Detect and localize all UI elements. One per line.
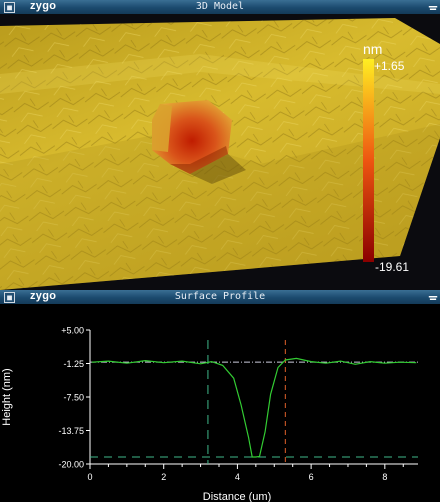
model-window: ■ zygo 3D Model ᚚ nm +1.65 -19.61: [0, 0, 440, 290]
surface-profile-chart[interactable]: +5.00 -1.25 -7.50 -13.75 -20.00 0 2 4 6 8 Distan…: [0, 304, 440, 502]
y-tick-label: -20.00: [58, 460, 84, 470]
profile-titlebar[interactable]: ■ zygo Surface Profile ᚚ: [0, 290, 440, 305]
colorbar-max-label: +1.65: [374, 59, 405, 73]
x-tick-label: 6: [309, 472, 314, 482]
y-tick-label: -1.25: [63, 359, 84, 369]
model-titlebar[interactable]: ■ zygo 3D Model ᚚ: [0, 0, 440, 15]
pin-icon[interactable]: ᚚ: [429, 1, 437, 13]
window-title: Surface Profile: [174, 291, 266, 302]
y-axis-label: Height (nm): [1, 368, 13, 425]
y-tick-label: -13.75: [58, 426, 84, 436]
x-tick-label: 8: [382, 472, 387, 482]
x-tick-label: 4: [235, 472, 240, 482]
surface-3d-view[interactable]: nm +1.65 -19.61: [0, 14, 440, 290]
x-tick-label: 2: [161, 472, 166, 482]
y-tick-label: +5.00: [61, 326, 84, 336]
profile-window: ■ zygo Surface Profile ᚚ +5.00 -1.25 -7.50…: [0, 290, 440, 502]
pin-icon[interactable]: ᚚ: [429, 291, 437, 303]
x-axis-label: Distance (um): [203, 491, 271, 502]
colorbar: [363, 59, 374, 262]
colorbar-min-label: -19.61: [375, 260, 409, 274]
window-title: 3D Model: [195, 1, 245, 12]
y-tick-label: -7.50: [63, 393, 84, 403]
x-tick-label: 0: [87, 472, 92, 482]
colorbar-unit: nm: [363, 41, 382, 57]
